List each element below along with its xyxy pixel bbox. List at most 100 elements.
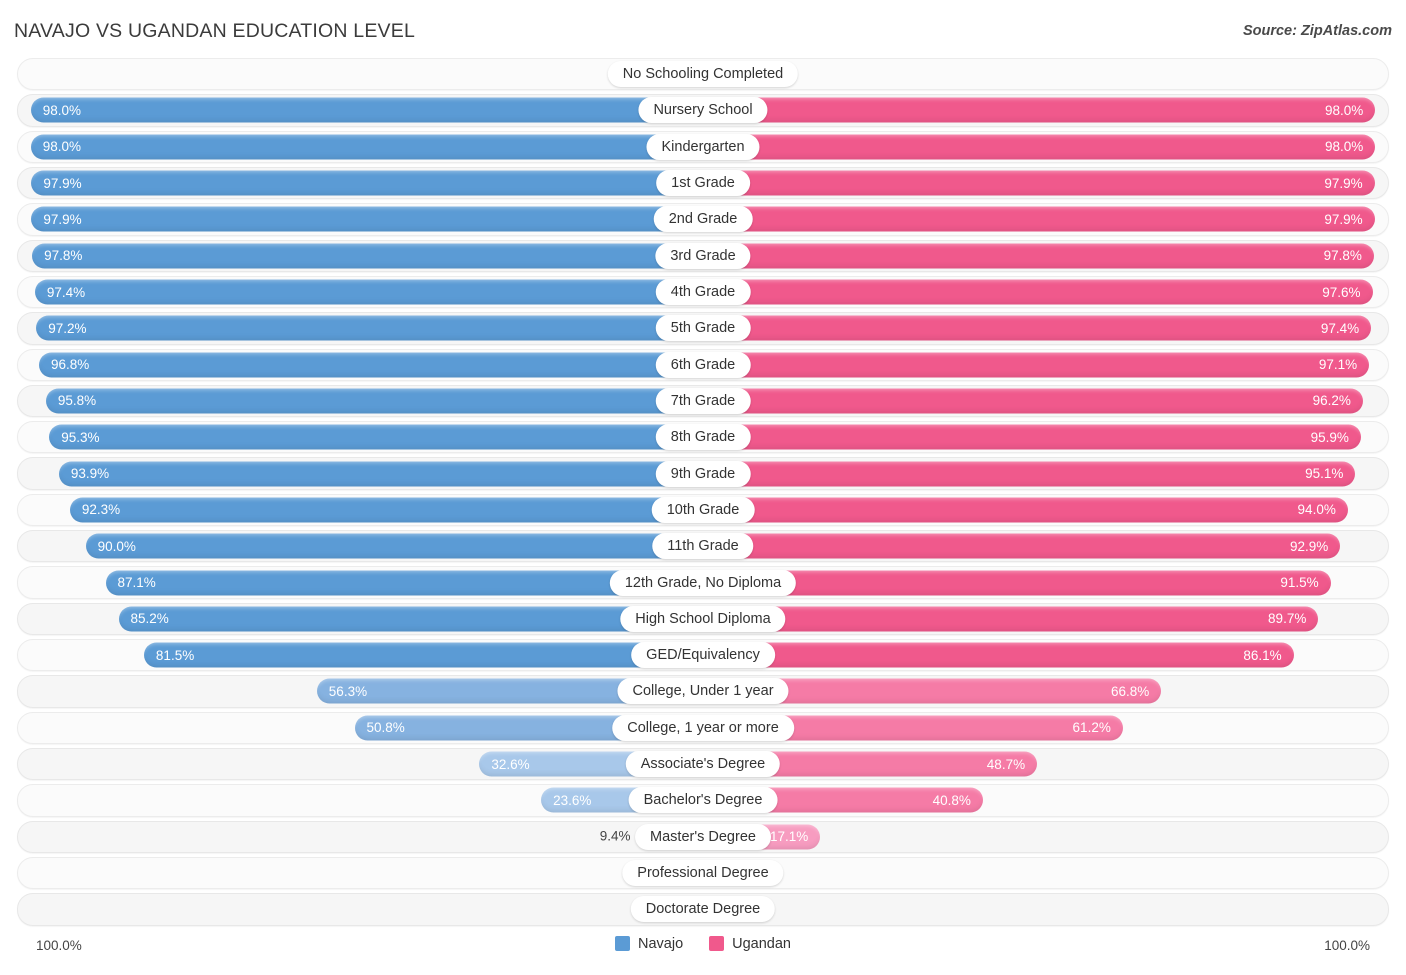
source-attribution: Source: ZipAtlas.com <box>1242 23 1392 39</box>
ugandan-bar[interactable]: 95.1% <box>703 461 1356 487</box>
ugandan-bar-group: 95.9% <box>703 424 1361 450</box>
category-label-pill[interactable]: 10th Grade <box>651 496 755 523</box>
ugandan-bar[interactable]: 97.4% <box>703 315 1372 341</box>
category-label-pill[interactable]: Professional Degree <box>622 860 784 887</box>
navajo-value-label: 97.4% <box>46 284 86 300</box>
ugandan-bar[interactable]: 97.1% <box>703 352 1370 378</box>
chart-row: 97.4% 97.6% 4th Grade <box>0 274 1406 310</box>
navajo-bar-group: 96.8% <box>38 352 703 378</box>
ugandan-bar-group: 89.7% <box>703 606 1319 632</box>
navajo-bar[interactable]: 95.8% <box>45 388 703 414</box>
category-label-pill[interactable]: 12th Grade, No Diploma <box>609 569 797 596</box>
ugandan-bar[interactable]: 97.6% <box>703 279 1373 305</box>
chart-row: 93.9% 95.1% 9th Grade <box>0 455 1406 491</box>
category-label-pill[interactable]: High School Diploma <box>620 605 786 632</box>
category-label-pill[interactable]: 6th Grade <box>655 351 751 378</box>
category-label-pill[interactable]: Bachelor's Degree <box>628 787 778 814</box>
ugandan-bar[interactable]: 89.7% <box>703 606 1319 632</box>
category-label-pill[interactable]: Master's Degree <box>635 823 771 850</box>
chart-row: 95.3% 95.9% 8th Grade <box>0 419 1406 455</box>
navajo-bar-group: 97.4% <box>34 279 703 305</box>
category-label-pill[interactable]: 3rd Grade <box>655 242 751 269</box>
navajo-bar[interactable]: 97.9% <box>31 170 703 196</box>
navajo-bar-group: 97.9% <box>31 170 703 196</box>
chart-row: 23.6% 40.8% Bachelor's Degree <box>0 782 1406 818</box>
ugandan-value-label: 86.1% <box>1243 647 1282 663</box>
ugandan-value-label: 92.9% <box>1290 538 1329 554</box>
ugandan-bar[interactable]: 98.0% <box>703 97 1376 123</box>
chart-row: 97.8% 97.8% 3rd Grade <box>0 238 1406 274</box>
navajo-bar[interactable]: 93.9% <box>58 461 703 487</box>
category-label-pill[interactable]: College, Under 1 year <box>617 678 789 705</box>
navajo-value-label: 97.9% <box>43 211 82 227</box>
ugandan-bar[interactable]: 96.2% <box>703 388 1363 414</box>
ugandan-bar[interactable]: 98.0% <box>703 134 1376 160</box>
category-label-pill[interactable]: 8th Grade <box>655 424 751 451</box>
legend-item[interactable]: Ugandan <box>709 936 791 952</box>
chart-row: 50.8% 61.2% College, 1 year or more <box>0 710 1406 746</box>
chart-row: 97.9% 97.9% 2nd Grade <box>0 201 1406 237</box>
category-label-pill[interactable]: Associate's Degree <box>625 751 781 778</box>
navajo-value-label: 97.2% <box>48 320 87 336</box>
ugandan-bar[interactable]: 97.9% <box>703 206 1375 232</box>
navajo-value-label: 23.6% <box>553 792 592 808</box>
category-label-pill[interactable]: 11th Grade <box>652 533 754 560</box>
ugandan-bar-group: 91.5% <box>703 570 1331 596</box>
legend-item[interactable]: Navajo <box>615 936 683 952</box>
ugandan-bar[interactable]: 86.1% <box>703 642 1294 668</box>
navajo-bar[interactable]: 81.5% <box>143 642 703 668</box>
legend-swatch-icon <box>709 936 725 951</box>
ugandan-bar[interactable]: 92.9% <box>703 533 1341 559</box>
navajo-bar[interactable]: 96.8% <box>38 352 703 378</box>
category-label-pill[interactable]: No Schooling Completed <box>607 61 799 88</box>
chart-row: 98.0% 98.0% Nursery School <box>0 92 1406 128</box>
ugandan-bar[interactable]: 97.8% <box>703 243 1374 269</box>
navajo-bar-group: 90.0% <box>85 533 703 559</box>
ugandan-bar-group: 92.9% <box>703 533 1341 559</box>
category-label-pill[interactable]: Kindergarten <box>646 133 760 160</box>
category-label-pill[interactable]: Nursery School <box>638 97 768 124</box>
ugandan-value-label: 89.7% <box>1268 611 1307 627</box>
chart-row: 87.1% 91.5% 12th Grade, No Diploma <box>0 564 1406 600</box>
category-label-pill[interactable]: 4th Grade <box>655 279 751 306</box>
navajo-bar[interactable]: 92.3% <box>69 497 703 523</box>
navajo-value-label: 56.3% <box>328 683 368 699</box>
category-label-pill[interactable]: College, 1 year or more <box>612 714 794 741</box>
navajo-bar-group: 98.0% <box>30 134 703 160</box>
axis-label-right: 100.0% <box>1324 937 1370 953</box>
ugandan-bar[interactable]: 97.9% <box>703 170 1375 196</box>
category-label-pill[interactable]: 2nd Grade <box>653 206 753 233</box>
page-title: NAVAJO VS UGANDAN EDUCATION LEVEL <box>14 20 416 42</box>
ugandan-value-label: 17.1% <box>770 828 809 844</box>
navajo-bar[interactable]: 97.9% <box>31 206 703 232</box>
navajo-value-label: 50.8% <box>366 720 405 736</box>
chart-row: 98.0% 98.0% Kindergarten <box>0 129 1406 165</box>
navajo-bar[interactable]: 97.2% <box>36 315 703 341</box>
navajo-bar[interactable]: 98.0% <box>30 134 703 160</box>
chart-row: 96.8% 97.1% 6th Grade <box>0 347 1406 383</box>
navajo-bar[interactable]: 97.4% <box>34 279 703 305</box>
navajo-bar[interactable]: 95.3% <box>49 424 703 450</box>
ugandan-bar[interactable]: 95.9% <box>703 424 1361 450</box>
ugandan-bar[interactable]: 94.0% <box>703 497 1348 523</box>
navajo-bar[interactable]: 97.8% <box>32 243 703 269</box>
category-label-pill[interactable]: 5th Grade <box>655 315 751 342</box>
navajo-bar[interactable]: 85.2% <box>118 606 703 632</box>
ugandan-value-label: 40.8% <box>932 792 971 808</box>
ugandan-bar-group: 95.1% <box>703 461 1356 487</box>
category-label-pill[interactable]: Doctorate Degree <box>630 896 776 923</box>
category-label-pill[interactable]: 9th Grade <box>655 460 751 487</box>
ugandan-bar[interactable]: 91.5% <box>703 570 1331 596</box>
ugandan-value-label: 97.8% <box>1323 247 1362 263</box>
navajo-bar[interactable]: 90.0% <box>85 533 703 559</box>
ugandan-value-label: 48.7% <box>986 756 1026 772</box>
chart-row: 81.5% 86.1% GED/Equivalency <box>0 637 1406 673</box>
chart-row: 32.6% 48.7% Associate's Degree <box>0 746 1406 782</box>
chart-footer: 100.0% Navajo Ugandan 100.0% <box>0 928 1406 964</box>
chart-legend: Navajo Ugandan <box>0 936 1406 952</box>
category-label-pill[interactable]: 7th Grade <box>655 387 751 414</box>
navajo-bar[interactable]: 98.0% <box>30 97 703 123</box>
navajo-value-label: 9.4% <box>599 828 631 844</box>
category-label-pill[interactable]: GED/Equivalency <box>631 642 775 669</box>
category-label-pill[interactable]: 1st Grade <box>656 170 750 197</box>
